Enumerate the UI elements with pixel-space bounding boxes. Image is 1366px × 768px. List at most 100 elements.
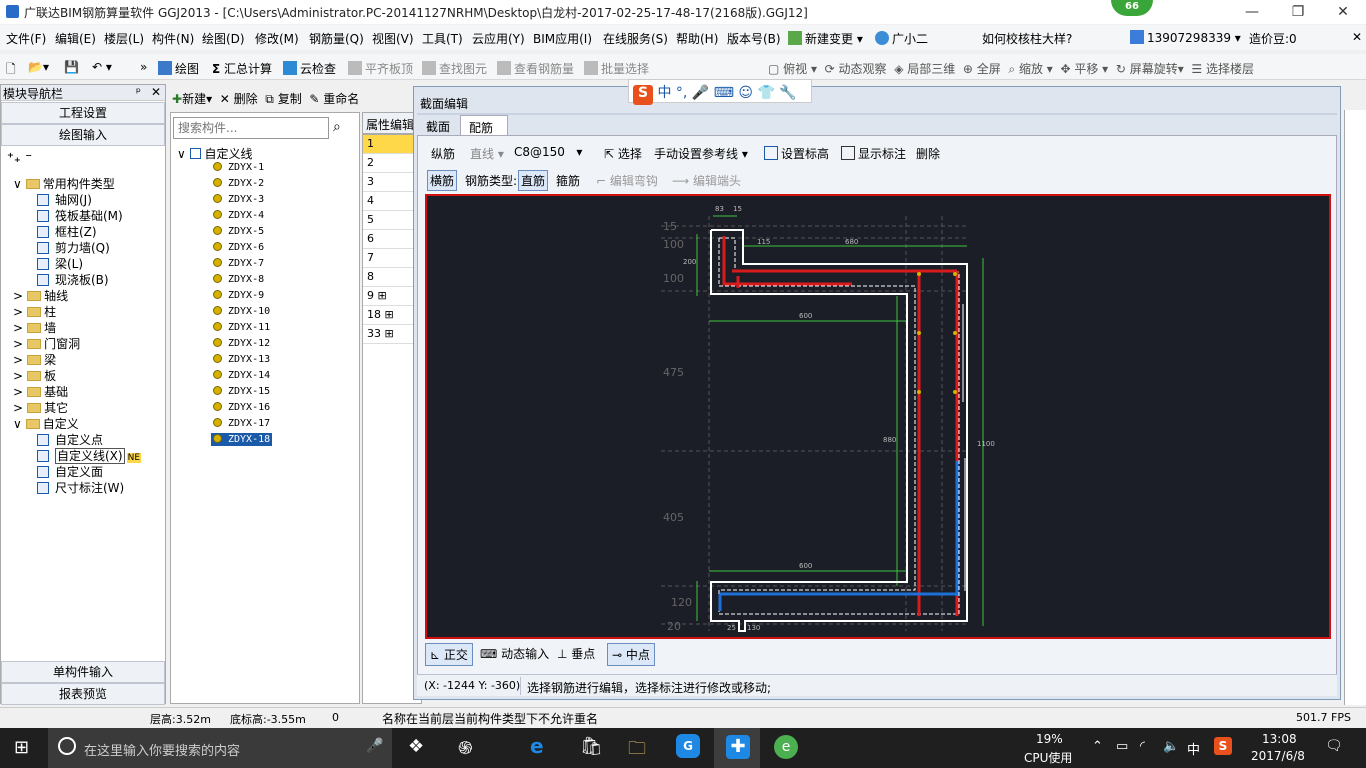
rebar-drawing[interactable]: 83 15 115 680 200 100 100 600 475 880 1100 405 600 12… — [427, 196, 1329, 637]
component-list-item[interactable]: ZDYX-8 — [211, 273, 266, 286]
component-list-item[interactable]: ZDYX-7 — [211, 257, 266, 270]
nav-tree-item[interactable]: ∨ 自定义 — [13, 415, 79, 432]
dimension-label[interactable]: 15 — [733, 205, 742, 213]
transverse-button[interactable]: 横筋 — [427, 170, 458, 191]
rebar-spec-select[interactable]: C8@150 ▾ — [514, 145, 582, 159]
tab-rebar[interactable]: 配筋 — [460, 115, 508, 135]
new-file-icon[interactable]: 🗋 — [6, 60, 16, 81]
overflow-icon[interactable]: » — [140, 60, 147, 74]
restore-button[interactable]: ❐ — [1275, 0, 1321, 24]
dimension-label[interactable]: 25 — [727, 624, 736, 632]
file-explorer-icon[interactable]: 🗀 — [628, 736, 646, 766]
nav-tree-item[interactable]: > 墙 — [13, 319, 56, 336]
component-list-item[interactable]: ZDYX-10 — [211, 305, 272, 318]
line-type-select[interactable]: 直线 ▾ — [470, 145, 504, 162]
perpendicular-toggle[interactable]: ⊥ 垂点 — [557, 645, 595, 662]
nav-tree-item[interactable]: 自定义线(X) NE — [37, 447, 142, 464]
ime-voice-icon[interactable]: 🎤 — [692, 85, 709, 101]
windows-start-icon[interactable]: ⊞ — [14, 737, 29, 758]
component-list-item[interactable]: ZDYX-13 — [211, 353, 272, 366]
dimension-label[interactable]: 880 — [883, 436, 896, 444]
nav-tree-item[interactable]: 轴网(J) — [37, 191, 92, 208]
set-elevation-button[interactable]: 设置标高 — [764, 145, 829, 162]
menu-floor[interactable]: 楼层(L) — [104, 30, 144, 47]
dimension-label[interactable]: 600 — [799, 312, 812, 320]
select-floor-button[interactable]: ☰ 选择楼层 — [1191, 62, 1254, 76]
dimension-label[interactable]: 1100 — [977, 440, 995, 448]
dimension-label[interactable]: 115 — [757, 238, 770, 246]
menu-rebar-qty[interactable]: 钢筋量(Q) — [309, 30, 364, 47]
nav-tree-item[interactable]: 筏板基础(M) — [37, 207, 123, 224]
menu-version[interactable]: 版本号(B) — [727, 30, 781, 47]
user-account[interactable]: 13907298339 ▾ — [1130, 30, 1241, 45]
search-icon[interactable]: ⌕ — [333, 119, 341, 135]
close-button[interactable]: ✕ — [1320, 0, 1366, 24]
menu-close-x[interactable]: ✕ — [1352, 30, 1362, 44]
nav-tree-item[interactable]: > 梁 — [13, 351, 56, 368]
component-list-item[interactable]: ZDYX-1 — [211, 161, 266, 174]
ime-punct-icon[interactable]: °, — [676, 85, 687, 101]
delete-rebar-button[interactable]: 删除 — [916, 145, 940, 162]
menu-view[interactable]: 视图(V) — [372, 30, 414, 47]
ref-line-dropdown[interactable]: 手动设置参考线 ▾ — [654, 145, 748, 162]
component-search-input[interactable] — [173, 117, 329, 139]
rotate-button[interactable]: ↻ 屏幕旋转▾ — [1116, 62, 1184, 76]
app-swirl-icon[interactable]: ֍ — [458, 736, 473, 760]
tray-chevron-icon[interactable]: ⌃ — [1092, 739, 1103, 754]
report-preview-button[interactable]: 报表预览 — [1, 683, 165, 705]
expand-all-icon[interactable]: ⁺₊ ⁻ — [7, 151, 32, 166]
nav-tree-item[interactable]: 框柱(Z) — [37, 223, 97, 240]
dimension-label[interactable]: 100 — [663, 272, 684, 285]
nav-tree-item[interactable]: > 板 — [13, 367, 56, 384]
zoom-button[interactable]: ⌕ 缩放 ▾ — [1008, 62, 1052, 76]
nav-tree-item[interactable]: 梁(L) — [37, 255, 83, 272]
section-canvas[interactable]: 83 15 115 680 200 100 100 600 475 880 1100 405 600 12… — [425, 194, 1331, 639]
component-list-item[interactable]: ZDYX-18 — [211, 433, 273, 446]
menu-modify[interactable]: 修改(M) — [255, 30, 299, 47]
clock-time[interactable]: 13:08 — [1262, 732, 1297, 746]
single-input-button[interactable]: 单构件输入 — [1, 661, 165, 683]
nav-tree-item[interactable]: 自定义面 — [37, 463, 103, 480]
show-dimension-button[interactable]: 显示标注 — [841, 145, 906, 162]
wifi-icon[interactable]: ◜ — [1140, 739, 1145, 754]
cost-beans[interactable]: 造价豆:0 — [1249, 30, 1297, 47]
dimension-label[interactable]: 83 — [715, 205, 724, 213]
select-button[interactable]: ⇱ 选择 — [604, 145, 642, 162]
nav-tree-item[interactable]: 现浇板(B) — [37, 271, 109, 288]
batch-select-button[interactable]: 批量选择 — [584, 60, 649, 77]
dimension-label[interactable]: 20 — [667, 620, 681, 633]
expand-icon[interactable]: > — [13, 369, 23, 383]
expand-icon[interactable]: > — [13, 401, 23, 415]
collapse-icon[interactable]: ∨ — [13, 177, 22, 191]
view-rebar-button[interactable]: 查看钢筋量 — [497, 60, 574, 77]
menu-cloud[interactable]: 云应用(Y) — [472, 30, 525, 47]
menu-draw[interactable]: 绘图(D) — [202, 30, 245, 47]
expand-icon[interactable]: > — [13, 353, 23, 367]
project-settings-button[interactable]: 工程设置 — [1, 102, 165, 124]
rename-component-button[interactable]: ✎ 重命名 — [309, 92, 359, 106]
nav-tree-item[interactable]: > 轴线 — [13, 287, 68, 304]
edit-end-button[interactable]: ⟶ 编辑端头 — [672, 172, 741, 189]
menu-file[interactable]: 文件(F) — [6, 30, 46, 47]
dimension-label[interactable]: 120 — [671, 596, 692, 609]
component-list-item[interactable]: ZDYX-2 — [211, 177, 266, 190]
cloud-check-button[interactable]: 云检查 — [283, 60, 336, 77]
expand-icon[interactable]: > — [13, 305, 23, 319]
menu-edit[interactable]: 编辑(E) — [55, 30, 96, 47]
align-slab-button[interactable]: 平齐板顶 — [348, 60, 413, 77]
dimension-label[interactable]: 475 — [663, 366, 684, 379]
nav-tree-item[interactable]: ∨ 常用构件类型 — [13, 175, 115, 192]
ime-settings-icon[interactable]: 🔧 — [779, 85, 796, 101]
draw-input-button[interactable]: 绘图输入 — [1, 124, 165, 146]
undo-icon[interactable]: ↶ ▾ — [92, 60, 112, 74]
menu-assistant[interactable]: 广小二 — [875, 30, 928, 47]
longitudinal-button[interactable]: 纵筋 — [431, 145, 455, 162]
copy-component-button[interactable]: ⧉ 复制 — [265, 92, 301, 106]
mic-icon[interactable]: 🎤 — [366, 738, 383, 754]
ggj-app-icon[interactable]: ✚ — [726, 735, 750, 759]
nav-tree-item[interactable]: 自定义点 — [37, 431, 103, 448]
sogou-tray-icon[interactable]: S — [1214, 737, 1232, 755]
taskbar-search[interactable]: 在这里输入你要搜索的内容 🎤 — [48, 728, 392, 768]
expand-icon[interactable]: > — [13, 337, 23, 351]
component-list-item[interactable]: ZDYX-11 — [211, 321, 272, 334]
